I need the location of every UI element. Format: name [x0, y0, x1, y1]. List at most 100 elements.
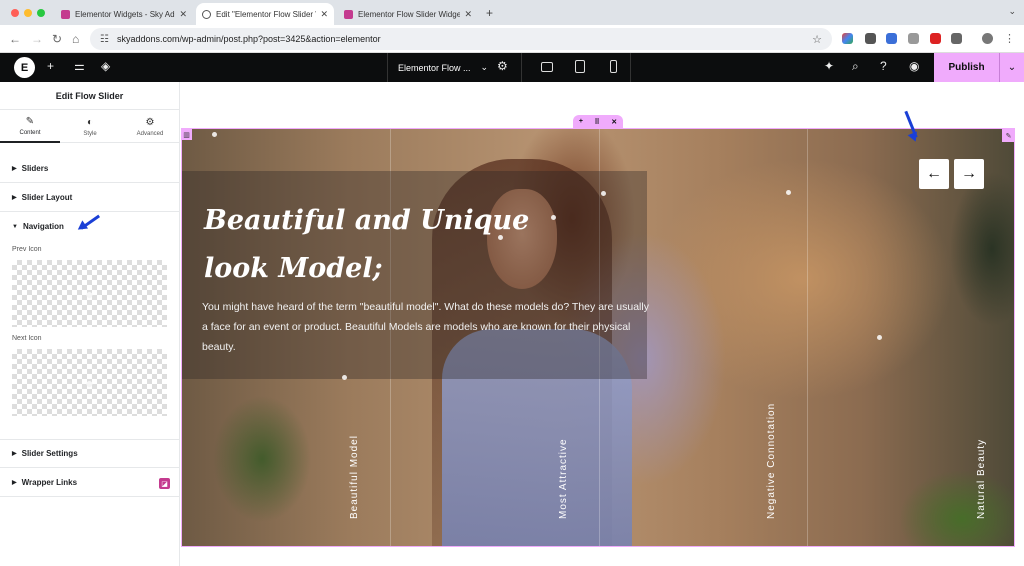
tab-content[interactable]: ✎ Content [0, 110, 60, 143]
particle-dot [601, 191, 606, 196]
particle-dot [551, 215, 556, 220]
profile-avatar-icon[interactable] [982, 33, 993, 44]
particle-dot [212, 132, 217, 137]
delete-section-icon[interactable]: ✕ [611, 118, 617, 126]
slide-label-beautiful-model[interactable]: Beautiful Model [349, 435, 360, 519]
tab-style[interactable]: ◐ Style [60, 110, 120, 143]
page-settings-gear-icon[interactable]: ⚙ [497, 59, 508, 73]
particle-dot [342, 375, 347, 380]
caret-right-icon: ▶ [12, 451, 17, 457]
elementor-top-bar: E + ⚌ ◈ Elementor Flow ... ⌄ ⚙ ✦ ⌕ ? ◉ P… [0, 53, 1024, 82]
tab-title: Elementor Widgets - Sky Addo [75, 9, 176, 19]
section-navigation[interactable]: ▼ Navigation [0, 212, 180, 241]
next-icon-label: Next Icon [12, 335, 42, 342]
desktop-icon[interactable] [541, 62, 553, 72]
prev-arrow-button[interactable]: ← [919, 159, 949, 189]
tab-title: Elementor Flow Slider Widget [358, 9, 461, 19]
slide-label-natural-beauty[interactable]: Natural Beauty [976, 439, 987, 519]
section-label: Slider Settings [21, 449, 78, 458]
home-icon[interactable]: ⌂ [72, 32, 79, 46]
help-icon[interactable]: ? [880, 59, 887, 73]
back-arrow-icon[interactable]: ← [9, 32, 21, 46]
extension-colorful-icon[interactable] [842, 33, 853, 44]
caret-right-icon: ▶ [12, 165, 17, 172]
section-label: Slider Layout [21, 192, 73, 202]
next-icon-picker[interactable]: ● [12, 349, 167, 416]
prev-icon-picker[interactable]: ● [12, 260, 167, 327]
elementor-logo-button[interactable]: E [14, 57, 35, 78]
pro-badge-icon: ◪ [159, 478, 170, 489]
upload-icon: ● [85, 374, 94, 391]
particle-dot [786, 190, 791, 195]
tab-title: Edit "Elementor Flow Slider W [216, 9, 317, 19]
zoom-window-button[interactable] [37, 9, 45, 17]
browser-tab-bar: Elementor Widgets - Sky Addo ✕ Edit "Ele… [0, 0, 1024, 25]
headline-line-2: look Model; [204, 253, 383, 284]
section-slider-settings[interactable]: ▶ Slider Settings [0, 439, 180, 468]
panel-tabs: ✎ Content ◐ Style ⚙ Advanced [0, 110, 179, 143]
section-label: Navigation [22, 222, 64, 231]
close-window-button[interactable] [11, 9, 19, 17]
add-element-icon[interactable]: + [47, 59, 54, 73]
browser-menu-icon[interactable]: ⋮ [1004, 32, 1015, 45]
flow-slider-widget[interactable]: Beautiful and Unique look Model; You mig… [181, 128, 1015, 547]
chevron-down-icon: ⌄ [480, 62, 489, 72]
responsive-mode-switcher [521, 53, 631, 82]
contrast-icon: ◐ [86, 116, 94, 128]
mobile-icon[interactable] [610, 60, 617, 73]
notifications-rocket-icon[interactable]: ✦ [824, 59, 834, 73]
slide-label-negative-connotation[interactable]: Negative Connotation [766, 403, 777, 519]
site-info-icon[interactable]: ☷ [100, 34, 109, 45]
publish-button[interactable]: Publish [934, 53, 999, 82]
particle-dot [498, 235, 503, 240]
caret-down-icon: ▼ [12, 223, 18, 230]
new-tab-button[interactable]: + [486, 6, 493, 20]
extension-translate-icon[interactable] [886, 33, 897, 44]
tab-label: Advanced [136, 130, 164, 137]
caret-right-icon: ▶ [12, 194, 17, 201]
publish-options-chevron-icon[interactable]: ⌄ [999, 53, 1024, 82]
section-slider-layout[interactable]: ▶ Slider Layout [0, 183, 180, 212]
slide-divider [807, 129, 808, 546]
extension-screenshot-icon[interactable] [908, 33, 919, 44]
address-bar[interactable]: ☷ skyaddons.com/wp-admin/post.php?post=3… [90, 28, 832, 50]
editor-panel: Edit Flow Slider ✎ Content ◐ Style ⚙ Adv… [0, 82, 180, 566]
gear-icon: ⚙ [145, 116, 155, 128]
tab-search-chevron-icon[interactable]: ⌄ [1008, 6, 1016, 17]
structure-layers-icon[interactable]: ◈ [101, 59, 110, 73]
globe-icon [202, 9, 211, 19]
reload-icon[interactable]: ↻ [52, 32, 62, 46]
tab-label: Content [19, 129, 41, 136]
slide-headline: Beautiful and Unique look Model; [204, 197, 534, 293]
forward-arrow-icon[interactable]: → [31, 32, 43, 46]
edit-widget-pencil-icon[interactable]: ✎ [1002, 129, 1015, 142]
close-tab-icon[interactable]: ✕ [179, 9, 187, 20]
skyaddons-favicon-icon [344, 9, 353, 19]
drag-handle-icon[interactable]: ⠿ [595, 118, 600, 126]
preview-eye-icon[interactable]: ◉ [909, 59, 919, 73]
section-sliders[interactable]: ▶ Sliders [0, 154, 180, 183]
search-icon[interactable]: ⌕ [852, 59, 859, 74]
minimize-window-button[interactable] [24, 9, 32, 17]
extension-shield-icon[interactable] [865, 33, 876, 44]
extension-red-icon[interactable] [930, 33, 941, 44]
close-tab-icon[interactable]: ✕ [464, 9, 472, 20]
browser-tab-1[interactable]: Elementor Widgets - Sky Addo ✕ [55, 3, 193, 25]
browser-tab-2-active[interactable]: Edit "Elementor Flow Slider W ✕ [196, 3, 334, 25]
bookmark-star-icon[interactable]: ☆ [812, 33, 822, 46]
skyaddons-favicon-icon [61, 9, 70, 19]
extensions-puzzle-icon[interactable] [951, 33, 962, 44]
url-text: skyaddons.com/wp-admin/post.php?post=342… [116, 34, 381, 44]
slide-label-most-attractive[interactable]: Most Attractive [558, 438, 569, 519]
add-section-icon[interactable]: + [579, 118, 583, 125]
next-arrow-button[interactable]: → [954, 159, 984, 189]
browser-tab-3[interactable]: Elementor Flow Slider Widget ✕ [338, 3, 478, 25]
close-tab-icon[interactable]: ✕ [320, 9, 328, 20]
column-handle-icon[interactable]: ▥ [181, 129, 192, 140]
pencil-icon: ✎ [25, 115, 35, 127]
upload-icon: ● [85, 285, 94, 302]
tab-advanced[interactable]: ⚙ Advanced [120, 110, 180, 143]
tablet-icon[interactable] [575, 60, 585, 73]
site-settings-sliders-icon[interactable]: ⚌ [74, 59, 85, 73]
section-wrapper-links[interactable]: ▶ Wrapper Links [0, 468, 180, 497]
